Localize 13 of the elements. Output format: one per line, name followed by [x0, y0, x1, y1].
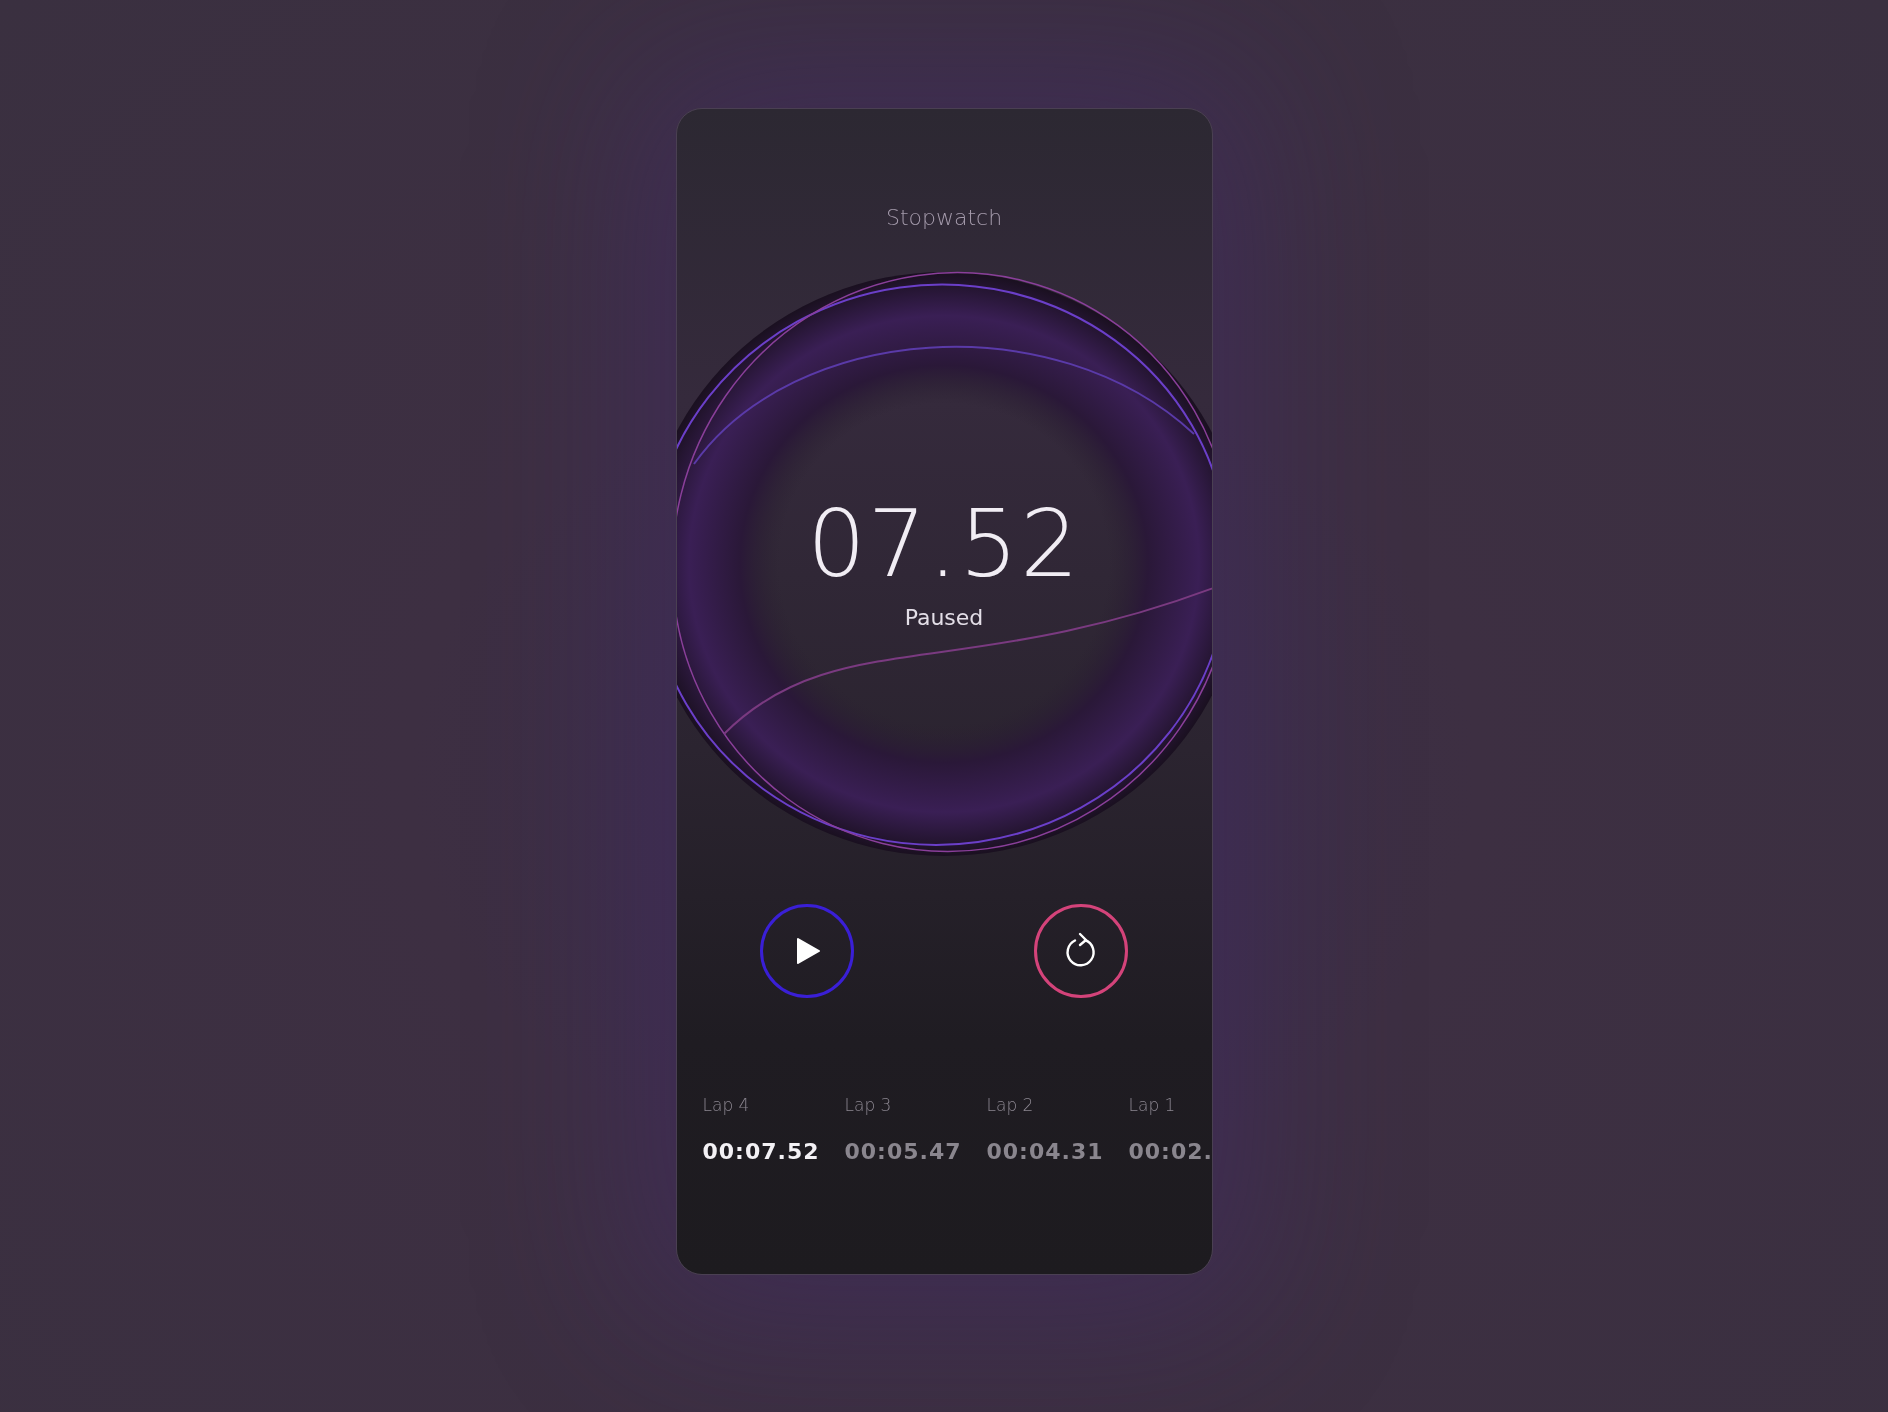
lap-label: Lap 2	[986, 1094, 1035, 1117]
reset-button[interactable]	[1034, 904, 1128, 998]
screen-title: Stopwatch	[885, 204, 1003, 232]
lap-label: Lap 1	[1128, 1094, 1177, 1117]
elapsed-time: 07.52	[807, 499, 1081, 591]
lap-time: 00:07.52	[702, 1137, 821, 1166]
lap-time: 00:04.31	[986, 1137, 1105, 1166]
lap-label: Lap 3	[844, 1094, 893, 1117]
lap-time: 00:02.	[1128, 1137, 1212, 1166]
lap-time: 00:05.47	[844, 1137, 963, 1166]
status-label: Paused	[904, 604, 984, 632]
lap-label: Lap 4	[702, 1094, 751, 1117]
play-button[interactable]	[760, 904, 854, 998]
